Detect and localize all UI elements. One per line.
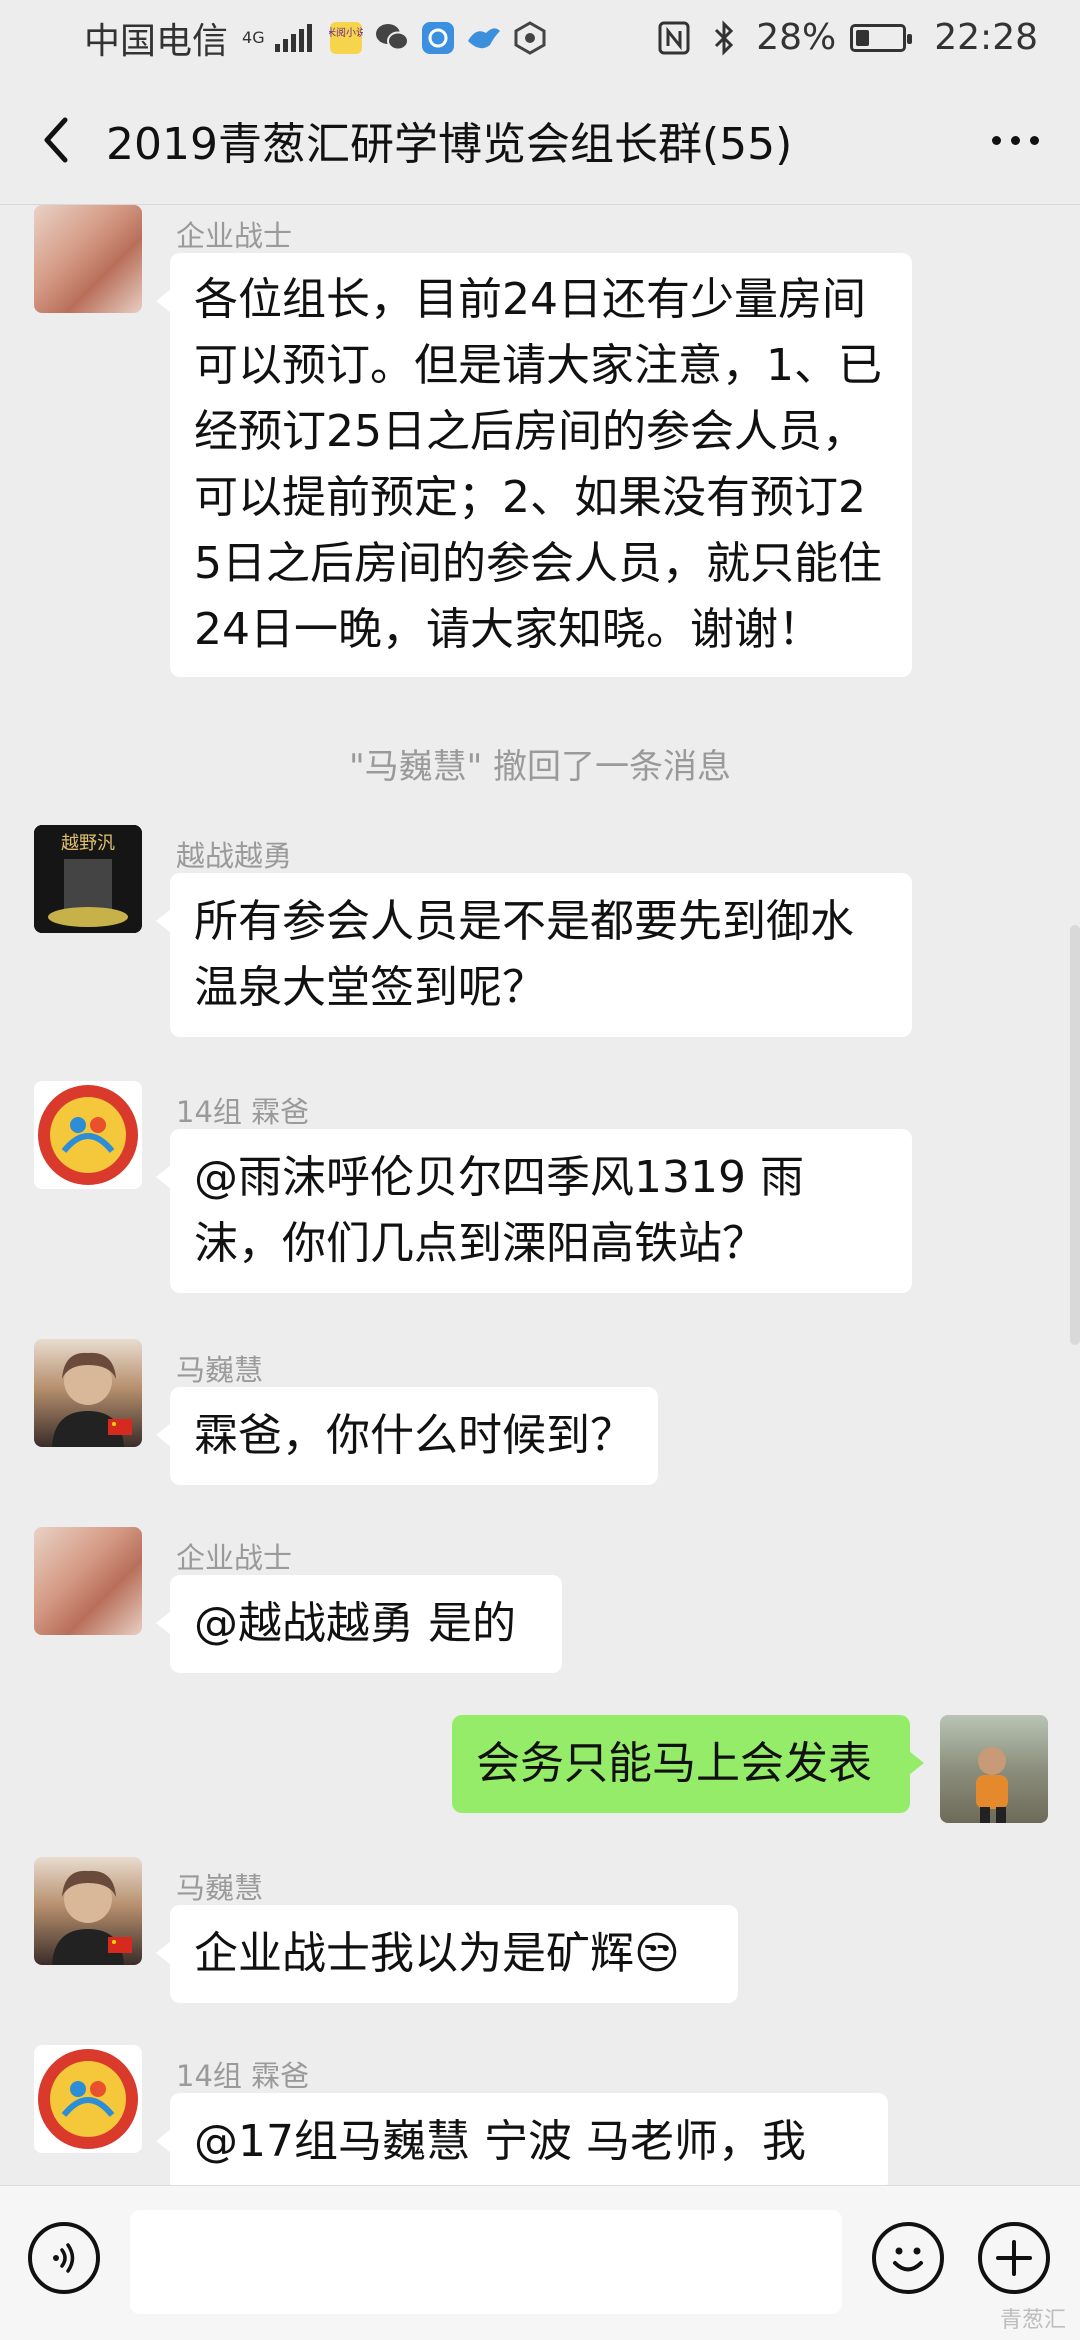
signal-icon (274, 23, 312, 52)
message-bubble[interactable]: @越战越勇 是的 (156, 1575, 562, 1673)
more-dot-icon (1029, 135, 1039, 145)
sender-name: 14组 霖爸 (176, 2059, 310, 2093)
avatar-text: 越野汎 (61, 833, 115, 854)
message-bubble[interactable]: 所有参会人员是不是都要先到御水温泉大堂签到呢？ (156, 873, 912, 1037)
reading-app-label: 米阅小说 (329, 26, 363, 39)
status-left: 中国电信 4G 米阅小说 (84, 12, 548, 64)
clock: 22:28 (934, 17, 1038, 58)
back-button[interactable] (6, 75, 106, 205)
status-right: 28% 22:28 (656, 17, 1038, 58)
chat-header: 2019青葱汇研学博览会组长群(55) (0, 75, 1080, 205)
app-icon-bird (466, 20, 502, 56)
carrier-label: 中国电信 (84, 20, 229, 62)
sender-name: 马巍慧 (176, 1353, 264, 1387)
emoji-icon (893, 2247, 923, 2272)
sender-name: 越战越勇 (176, 839, 293, 873)
chat-title: 2019青葱汇研学博览会组长群(55) (106, 118, 793, 170)
nfc-icon (656, 20, 692, 56)
message-bubble[interactable]: @17组马巍慧 宁波 马老师，我 (156, 2093, 888, 2185)
more-options-button[interactable] (980, 110, 1050, 170)
battery-icon (850, 23, 913, 52)
message-bubble[interactable]: @雨沫呼伦贝尔四季风1319 雨沫，你们几点到溧阳高铁站？ (156, 1129, 912, 1293)
message-list[interactable]: 企业战士 各位组长，目前24日还有少量房间可以预订。但是请大家注意，1、已经预订… (0, 205, 1080, 2185)
message-bubble[interactable]: 企业战士我以为是矿辉😒 (156, 1905, 738, 2003)
back-arrow-icon (44, 117, 68, 162)
battery-percent: 28% (756, 17, 837, 58)
network-type: 4G (242, 27, 265, 47)
plus-icon (996, 2240, 1032, 2276)
system-message: "马巍慧" 撤回了一条消息 (348, 747, 732, 787)
watermark: 青葱汇 (999, 2308, 1066, 2333)
sender-name: 马巍慧 (176, 1871, 264, 1905)
avatar[interactable]: 越野汎 (34, 825, 142, 933)
sender-name: 14组 霖爸 (176, 1095, 310, 1129)
input-bar: 青葱汇 (0, 2185, 1080, 2340)
more-dot-icon (991, 135, 1001, 145)
wechat-icon (374, 20, 410, 56)
message-bubble-outgoing[interactable]: 会务只能马上会发表 (452, 1715, 924, 1813)
emoji-button[interactable] (872, 2222, 944, 2294)
avatar[interactable] (34, 1339, 142, 1447)
app-icon-blue (420, 20, 456, 56)
voice-icon (53, 2243, 75, 2273)
avatar[interactable] (34, 1527, 142, 1635)
battery-level (856, 29, 869, 46)
avatar[interactable] (34, 205, 142, 313)
avatar[interactable] (34, 1081, 142, 1189)
self-avatar[interactable] (940, 1715, 1048, 1823)
sender-name: 企业战士 (176, 1541, 293, 1575)
message-bubble[interactable]: 各位组长，目前24日还有少量房间可以预订。但是请大家注意，1、已经预订25日之后… (156, 253, 912, 677)
reading-app-icon: 米阅小说 (328, 20, 364, 56)
more-dot-icon (1010, 135, 1020, 145)
more-functions-button[interactable] (978, 2222, 1050, 2294)
avatar[interactable] (34, 2045, 142, 2153)
status-bar: 中国电信 4G 米阅小说 28% 22:28 (0, 0, 1080, 75)
app-icon-hexagon (512, 20, 548, 56)
voice-button[interactable] (28, 2222, 100, 2294)
avatar[interactable] (34, 1857, 142, 1965)
message-bubble[interactable]: 霖爸，你什么时候到？ (156, 1387, 658, 1485)
bluetooth-icon (706, 19, 742, 56)
message-input[interactable] (130, 2210, 842, 2314)
sender-name: 企业战士 (176, 219, 293, 253)
scrollbar[interactable] (1070, 925, 1080, 1345)
